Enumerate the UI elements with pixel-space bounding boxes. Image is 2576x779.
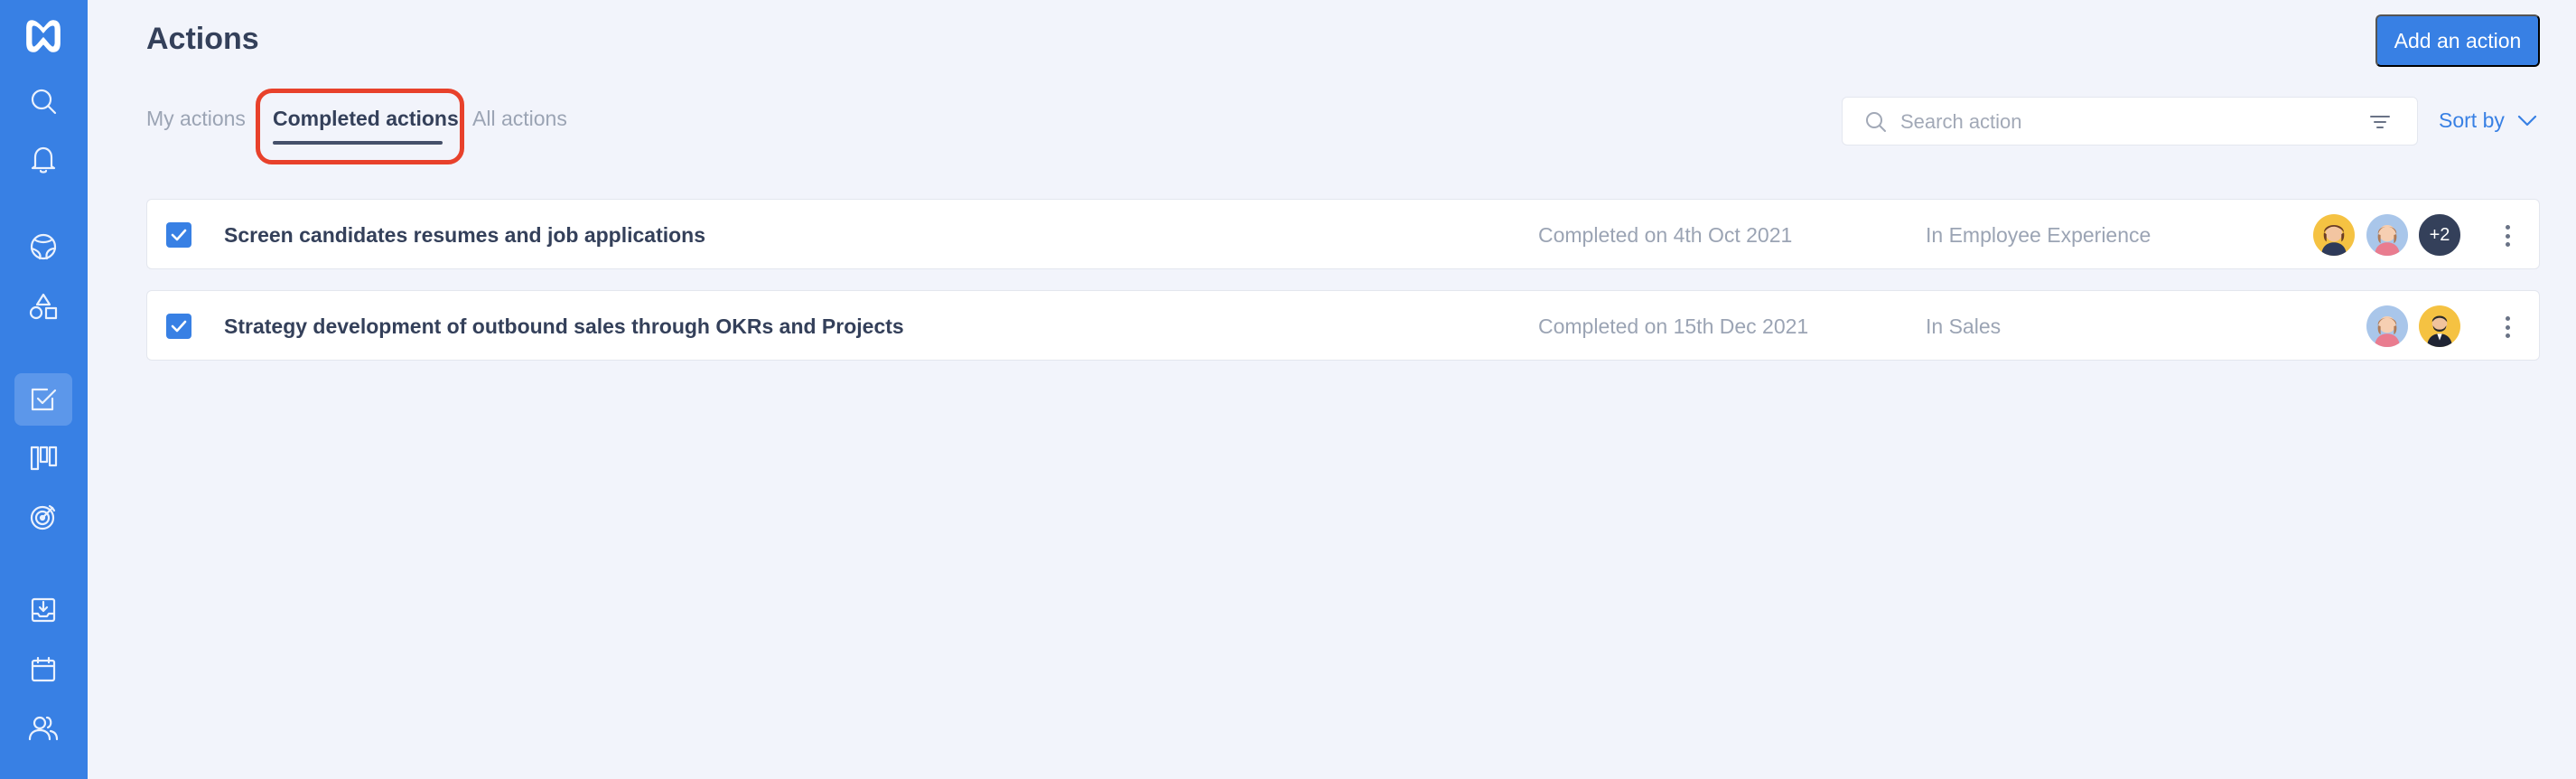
filter-icon[interactable] — [2368, 110, 2392, 134]
search-input[interactable] — [1900, 105, 2334, 139]
tab-my-actions[interactable]: My actions — [146, 107, 246, 131]
completed-date: Completed on 15th Dec 2021 — [1538, 314, 1809, 338]
avatar[interactable] — [2365, 212, 2410, 258]
avatar[interactable] — [2311, 212, 2357, 258]
action-title[interactable]: Screen candidates resumes and job applic… — [224, 223, 705, 248]
kanban-icon[interactable] — [14, 432, 72, 484]
completed-checkbox[interactable] — [166, 314, 191, 339]
action-team: In Employee Experience — [1926, 223, 2151, 247]
sidebar — [0, 0, 88, 779]
check-icon — [171, 320, 187, 333]
completed-date: Completed on 4th Oct 2021 — [1538, 223, 1793, 247]
chevron-down-icon — [2517, 115, 2536, 126]
page-title: Actions — [146, 22, 259, 56]
more-options-icon[interactable] — [2498, 223, 2516, 249]
sort-by-dropdown[interactable]: Sort by — [2439, 108, 2537, 133]
completed-checkbox[interactable] — [166, 222, 191, 248]
avatar[interactable] — [2365, 304, 2410, 349]
highlight-annotation — [256, 89, 464, 164]
check-icon — [171, 229, 187, 241]
calendar-icon[interactable] — [14, 643, 72, 696]
inbox-download-icon[interactable] — [14, 584, 72, 636]
avatar[interactable] — [2417, 304, 2462, 349]
action-row[interactable]: Screen candidates resumes and job applic… — [146, 199, 2540, 269]
add-action-button[interactable]: Add an action — [2375, 14, 2540, 67]
sort-by-label: Sort by — [2439, 108, 2505, 132]
search-icon — [1866, 112, 1886, 132]
users-icon[interactable] — [14, 702, 72, 755]
search-box — [1842, 97, 2418, 145]
more-options-icon[interactable] — [2498, 314, 2516, 340]
target-icon[interactable] — [14, 491, 72, 543]
action-title[interactable]: Strategy development of outbound sales t… — [224, 314, 904, 339]
search-icon[interactable] — [14, 75, 72, 127]
globe-icon[interactable] — [14, 221, 72, 273]
logo-icon[interactable] — [14, 10, 72, 62]
tab-all-actions[interactable]: All actions — [472, 107, 567, 131]
check-square-icon[interactable] — [14, 373, 72, 426]
action-team: In Sales — [1926, 314, 2002, 338]
bell-icon[interactable] — [14, 133, 72, 185]
more-assignees-badge[interactable]: +2 — [2417, 212, 2462, 258]
action-row[interactable]: Strategy development of outbound sales t… — [146, 290, 2540, 361]
shapes-icon[interactable] — [14, 280, 72, 333]
